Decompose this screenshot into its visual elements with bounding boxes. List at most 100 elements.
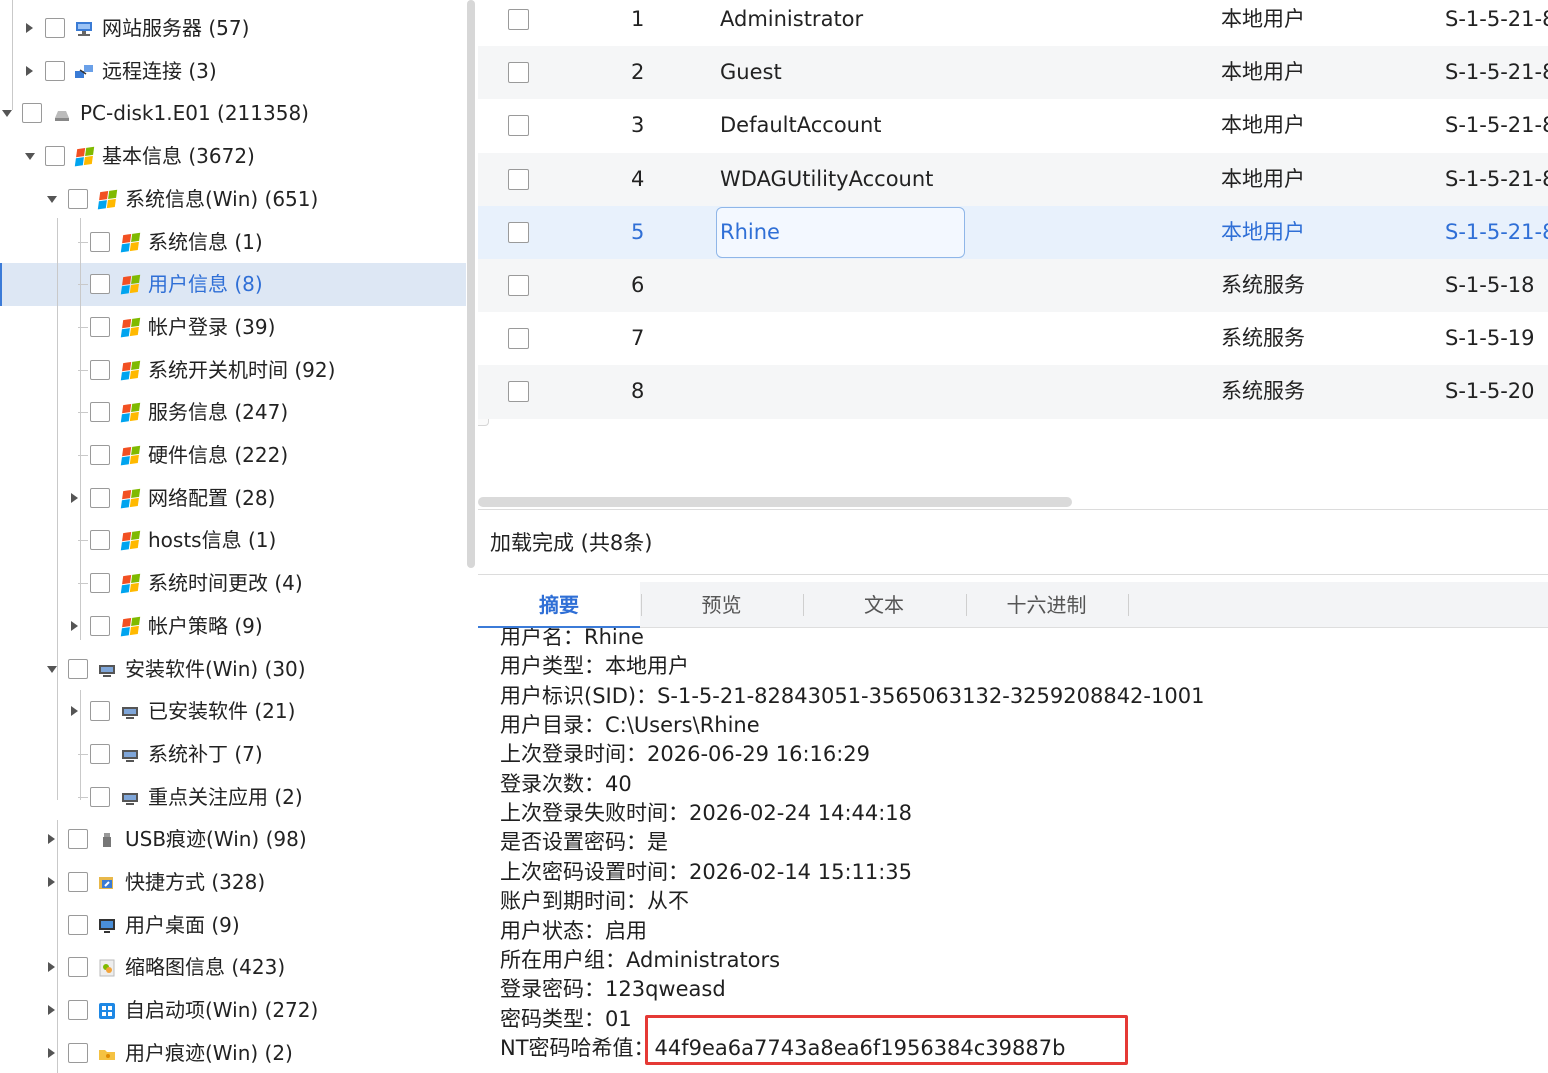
tree-item-checkbox[interactable] xyxy=(90,487,110,508)
tree-item[interactable]: 重点关注应用 (2) xyxy=(0,776,466,819)
chevron-right-icon[interactable] xyxy=(71,706,78,717)
tree-item-checkbox[interactable] xyxy=(90,530,110,551)
tree-item[interactable]: 已安装软件 (21) xyxy=(0,690,466,733)
chevron-down-icon[interactable] xyxy=(2,110,12,118)
detail-tabs: 摘要 预览 文本 十六进制 xyxy=(478,582,1548,629)
tree-item-checkbox[interactable] xyxy=(90,274,110,295)
table-row[interactable]: 7 系统服务 S-1-5-19 xyxy=(478,312,1548,366)
cell-username: Administrator xyxy=(720,7,864,31)
chevron-right-icon[interactable] xyxy=(26,65,33,76)
tree-item-checkbox[interactable] xyxy=(90,786,110,807)
tab-hex[interactable]: 十六进制 xyxy=(966,582,1128,628)
tree-item[interactable]: 用户信息 (8) xyxy=(0,263,466,306)
row-checkbox[interactable] xyxy=(508,168,529,190)
tree-item-checkbox[interactable] xyxy=(68,658,88,679)
table-row[interactable]: 8 系统服务 S-1-5-20 xyxy=(478,365,1548,419)
tree-item-label: 系统信息(Win) (651) xyxy=(125,186,319,211)
row-checkbox[interactable] xyxy=(508,9,529,30)
chevron-right-icon[interactable] xyxy=(48,1005,55,1016)
tree-item-checkbox[interactable] xyxy=(22,103,42,124)
tree-item-checkbox[interactable] xyxy=(90,701,110,722)
tree-item[interactable]: PC-disk1.E01 (211358) xyxy=(0,92,466,135)
table-row[interactable]: 5 Rhine 本地用户 S-1-5-21-8 xyxy=(478,205,1548,259)
chevron-down-icon[interactable] xyxy=(25,153,35,161)
tree-item[interactable]: 快捷方式 (328) xyxy=(0,861,466,904)
status-divider xyxy=(478,574,1548,575)
chevron-right-icon[interactable] xyxy=(48,877,55,887)
cell-index: 3 xyxy=(631,113,645,138)
tree-scrollbar[interactable] xyxy=(466,0,476,1073)
tree-item[interactable]: 系统开关机时间 (92) xyxy=(0,349,466,392)
table-row[interactable]: 1 Administrator 本地用户 S-1-5-21-8 xyxy=(478,0,1548,47)
tree-item-checkbox[interactable] xyxy=(90,615,110,636)
row-checkbox[interactable] xyxy=(508,381,529,403)
tree-item[interactable]: 帐户策略 (9) xyxy=(0,605,466,648)
cell-user-type: 本地用户 xyxy=(1221,166,1305,191)
tree-item-checkbox[interactable] xyxy=(68,829,88,850)
tree-item-checkbox[interactable] xyxy=(90,743,110,764)
tree-item-checkbox[interactable] xyxy=(68,1042,88,1063)
table-row[interactable]: 3 DefaultAccount 本地用户 S-1-5-21-8 xyxy=(478,99,1548,153)
tree-item[interactable]: 用户桌面 (9) xyxy=(0,904,466,947)
row-checkbox[interactable] xyxy=(508,221,529,243)
tree-item-checkbox[interactable] xyxy=(68,914,88,935)
table-bottom-border xyxy=(478,509,1548,510)
user-table: 1 Administrator 本地用户 S-1-5-21-8 2 Guest 本地用户 S-… xyxy=(478,0,1548,510)
row-checkbox[interactable] xyxy=(508,115,529,137)
tree-item-checkbox[interactable] xyxy=(68,957,88,978)
tree-item[interactable]: USB痕迹(Win) (98) xyxy=(0,818,466,861)
chevron-right-icon[interactable] xyxy=(71,492,78,503)
tree-item-checkbox[interactable] xyxy=(68,1000,88,1021)
tree-scrollbar-thumb[interactable] xyxy=(467,0,475,568)
tree-item-checkbox[interactable] xyxy=(45,146,65,167)
tree-item-checkbox[interactable] xyxy=(90,573,110,594)
tree-item[interactable]: 硬件信息 (222) xyxy=(0,434,466,477)
cell-sid: S-1-5-18 xyxy=(1445,273,1535,297)
tree-item[interactable]: 网站服务器 (57) xyxy=(0,7,466,50)
chevron-down-icon[interactable] xyxy=(47,195,57,203)
chevron-right-icon[interactable] xyxy=(48,834,55,845)
tree-item-checkbox[interactable] xyxy=(90,359,110,380)
tree-item[interactable]: 系统时间更改 (4) xyxy=(0,562,466,605)
tree-item[interactable]: 基本信息 (3672) xyxy=(0,135,466,178)
tree-item[interactable]: 系统信息(Win) (651) xyxy=(0,178,466,221)
summary-line: 登录次数：40 xyxy=(500,771,632,796)
tab-text[interactable]: 文本 xyxy=(803,582,965,628)
tree-item[interactable]: 用户痕迹(Win) (2) xyxy=(0,1032,466,1073)
tree-item-label: 已安装软件 (21) xyxy=(148,699,296,724)
tree-item[interactable]: 缩略图信息 (423) xyxy=(0,946,466,989)
row-checkbox[interactable] xyxy=(508,328,529,350)
tree-item[interactable]: 系统信息 (1) xyxy=(0,221,466,264)
tree-item-checkbox[interactable] xyxy=(45,60,65,81)
row-checkbox[interactable] xyxy=(508,62,529,84)
tree-item[interactable]: 远程连接 (3) xyxy=(0,50,466,93)
tree-item[interactable]: 自启动项(Win) (272) xyxy=(0,989,466,1032)
table-horizontal-scrollbar[interactable] xyxy=(478,497,1072,507)
chevron-right-icon[interactable] xyxy=(48,962,55,973)
chevron-down-icon[interactable] xyxy=(47,665,57,673)
table-row[interactable]: 2 Guest 本地用户 S-1-5-21-8 xyxy=(478,46,1548,100)
chevron-right-icon[interactable] xyxy=(26,23,33,33)
tree-item[interactable]: 服务信息 (247) xyxy=(0,391,466,434)
row-checkbox[interactable] xyxy=(508,275,529,296)
tree-item-checkbox[interactable] xyxy=(90,231,110,252)
tree-item-checkbox[interactable] xyxy=(90,316,110,337)
chevron-right-icon[interactable] xyxy=(71,620,78,631)
tree-item[interactable]: 系统补丁 (7) xyxy=(0,733,466,776)
tree-item-checkbox[interactable] xyxy=(45,18,65,38)
windows-flag-icon xyxy=(120,616,141,637)
tree-item-checkbox[interactable] xyxy=(68,188,88,209)
tab-preview[interactable]: 预览 xyxy=(641,582,803,628)
tree-item-checkbox[interactable] xyxy=(90,445,110,465)
tree-item[interactable]: 安装软件(Win) (30) xyxy=(0,648,466,691)
tree-item[interactable]: 帐户登录 (39) xyxy=(0,306,466,349)
tree-item-checkbox[interactable] xyxy=(90,402,110,423)
table-row[interactable]: 6 系统服务 S-1-5-18 xyxy=(478,259,1548,313)
table-row[interactable]: 4 WDAGUtilityAccount 本地用户 S-1-5-21-8 xyxy=(478,152,1548,206)
chevron-right-icon[interactable] xyxy=(48,1047,55,1058)
tree-item-checkbox[interactable] xyxy=(68,872,88,892)
tab-summary[interactable]: 摘要 xyxy=(478,582,640,629)
windows-flag-icon xyxy=(120,531,141,551)
tree-item[interactable]: hosts信息 (1) xyxy=(0,519,466,562)
tree-item[interactable]: 网络配置 (28) xyxy=(0,477,466,520)
